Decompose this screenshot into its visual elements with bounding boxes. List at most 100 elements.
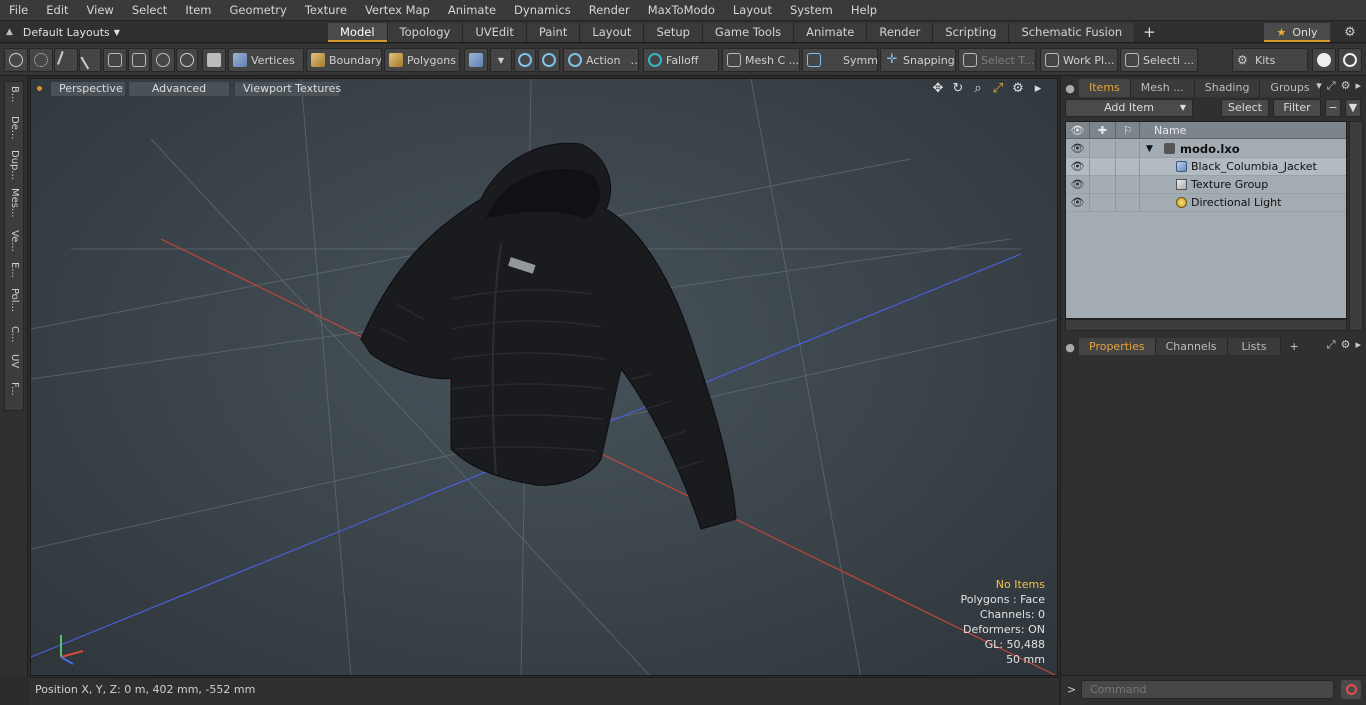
tab-game-tools[interactable]: Game Tools <box>702 23 795 42</box>
tab-render[interactable]: Render <box>867 23 934 42</box>
visibility-eye-icon[interactable]: 👁 <box>1066 158 1090 176</box>
tab-uvedit[interactable]: UVEdit <box>463 23 527 42</box>
menu-item[interactable]: Item <box>176 0 220 21</box>
falloff-button[interactable]: Falloff <box>643 48 719 72</box>
globe-button[interactable] <box>29 48 53 72</box>
unity-button[interactable] <box>1312 48 1336 72</box>
select-button[interactable]: Select <box>1221 99 1269 117</box>
tab-properties[interactable]: Properties <box>1079 338 1156 356</box>
left-tab-deform[interactable]: De... <box>5 116 23 139</box>
menu-select[interactable]: Select <box>123 0 176 21</box>
zoom-icon[interactable]: ⌕ <box>971 81 985 97</box>
action-center-button[interactable]: Action… <box>563 48 639 72</box>
unreal-button[interactable] <box>1338 48 1362 72</box>
render-column-icon[interactable]: ⚐ <box>1116 122 1140 139</box>
menu-texture[interactable]: Texture <box>296 0 356 21</box>
panel-gear-icon[interactable]: ⚙ <box>1341 79 1351 93</box>
left-tab-uv[interactable]: UV <box>5 354 23 368</box>
filter-button[interactable]: Filter <box>1273 99 1321 117</box>
lock-column-icon[interactable]: ✚ <box>1090 122 1116 139</box>
left-tab-polygon[interactable]: Pol... <box>5 288 23 312</box>
tree-row-light[interactable]: 👁 Directional Light <box>1066 194 1346 212</box>
mode-dropdown-button[interactable]: ▼ <box>490 48 512 72</box>
viewport-scene[interactable] <box>31 79 1058 676</box>
symmetry-button[interactable]: Symm ... <box>802 48 878 72</box>
properties-arrow-icon[interactable]: ▸ <box>1355 338 1361 352</box>
collapse-up-icon[interactable]: ▲ <box>6 27 13 37</box>
pan-icon[interactable]: ✥ <box>931 81 945 97</box>
clock-button[interactable] <box>176 48 198 72</box>
snapping-button[interactable]: ✛ Snapping <box>880 48 956 72</box>
left-tab-mesh-edit[interactable]: Mes... <box>5 188 23 218</box>
work-plane-button[interactable]: Work Pl... <box>1040 48 1118 72</box>
visibility-eye-icon[interactable]: 👁 <box>1066 176 1090 194</box>
kits-button[interactable]: ⚙ Kits <box>1232 48 1308 72</box>
tab-topology[interactable]: Topology <box>387 23 464 42</box>
menu-help[interactable]: Help <box>842 0 886 21</box>
add-item-button[interactable]: Add Item ▼ <box>1065 99 1193 117</box>
visibility-eye-icon[interactable]: 👁 <box>1066 194 1090 212</box>
tree-horizontal-scrollbar[interactable] <box>1065 319 1347 331</box>
tab-groups[interactable]: Groups <box>1260 79 1321 97</box>
tab-paint[interactable]: Paint <box>526 23 581 42</box>
menu-animate[interactable]: Animate <box>439 0 505 21</box>
panel-arrow-icon[interactable]: ▸ <box>1355 79 1361 93</box>
tab-layout[interactable]: Layout <box>580 23 645 42</box>
collapse-button[interactable]: − <box>1325 99 1341 117</box>
left-tab-edge[interactable]: E... <box>5 262 23 278</box>
add-tab-button[interactable]: + <box>1135 23 1164 42</box>
mesh-constraint-button[interactable]: Mesh C ... <box>722 48 800 72</box>
3d-viewport[interactable]: Perspective Advanced Viewport Textures ✥… <box>30 78 1058 676</box>
jacket-model[interactable] <box>360 142 737 530</box>
name-column-header[interactable]: Name <box>1140 122 1346 139</box>
material-mode-button[interactable] <box>464 48 488 72</box>
select-sphere-button[interactable] <box>4 48 28 72</box>
viewport-textures-button[interactable]: Viewport Textures <box>235 82 341 96</box>
tab-schematic-fusion[interactable]: Schematic Fusion <box>1009 23 1136 42</box>
tab-setup[interactable]: Setup <box>644 23 703 42</box>
menu-layout[interactable]: Layout <box>724 0 781 21</box>
chevron-down-icon[interactable]: ▾ <box>1316 79 1322 93</box>
left-tab-duplicate[interactable]: Dup... <box>5 150 23 180</box>
expand-icon[interactable]: ⤢ <box>1327 338 1336 352</box>
tree-row-scene[interactable]: 👁 ▼ modo.lxo <box>1066 140 1346 158</box>
tab-model[interactable]: Model <box>328 23 388 42</box>
transform-button[interactable] <box>103 48 127 72</box>
tab-items[interactable]: Items <box>1079 79 1131 97</box>
menu-geometry[interactable]: Geometry <box>221 0 296 21</box>
align-button[interactable] <box>128 48 150 72</box>
tab-scripting[interactable]: Scripting <box>933 23 1010 42</box>
auto-select-2-button[interactable] <box>538 48 560 72</box>
left-tab-curve[interactable]: C... <box>5 326 23 343</box>
tree-row-mesh[interactable]: 👁 Black_Columbia_Jacket <box>1066 158 1346 176</box>
select-through-button[interactable]: Select T... <box>958 48 1036 72</box>
visibility-eye-icon[interactable]: 👁 <box>1066 140 1090 158</box>
tree-vertical-scrollbar[interactable] <box>1349 121 1363 331</box>
panel-menu-dot[interactable]: ● <box>1061 82 1079 95</box>
left-tab-fusion[interactable]: F... <box>5 382 23 396</box>
funnel-button[interactable]: ▼ <box>1345 99 1361 117</box>
viewport-arrow-icon[interactable]: ▸ <box>1031 81 1045 97</box>
auto-select-button[interactable] <box>514 48 536 72</box>
menu-maxtomodo[interactable]: MaxToModo <box>639 0 724 21</box>
brush-button[interactable] <box>79 48 101 72</box>
expand-arrow-icon[interactable]: ▼ <box>1146 140 1153 158</box>
menu-vertex-map[interactable]: Vertex Map <box>356 0 439 21</box>
properties-menu-dot[interactable]: ● <box>1061 341 1079 354</box>
tab-lists[interactable]: Lists <box>1227 338 1282 356</box>
gear-icon[interactable]: ⚙ <box>1340 23 1360 42</box>
menu-render[interactable]: Render <box>580 0 639 21</box>
perspective-button[interactable]: Perspective <box>51 82 125 96</box>
advanced-button[interactable]: Advanced <box>129 82 229 96</box>
selection-sets-button[interactable]: Selecti ... <box>1120 48 1198 72</box>
item-mode-button[interactable] <box>202 48 226 72</box>
visibility-column-eye-icon[interactable]: 👁 <box>1066 122 1090 139</box>
menu-edit[interactable]: Edit <box>37 0 77 21</box>
only-toggle[interactable]: ★ Only <box>1264 23 1330 42</box>
polygons-button[interactable]: Polygons <box>384 48 460 72</box>
tab-animate[interactable]: Animate <box>794 23 868 42</box>
expand-icon[interactable]: ⤢ <box>1327 79 1336 93</box>
vertices-button[interactable]: Vertices <box>228 48 304 72</box>
tree-row-texture-group[interactable]: 👁 Texture Group <box>1066 176 1346 194</box>
viewport-menu-dot[interactable] <box>37 86 42 91</box>
